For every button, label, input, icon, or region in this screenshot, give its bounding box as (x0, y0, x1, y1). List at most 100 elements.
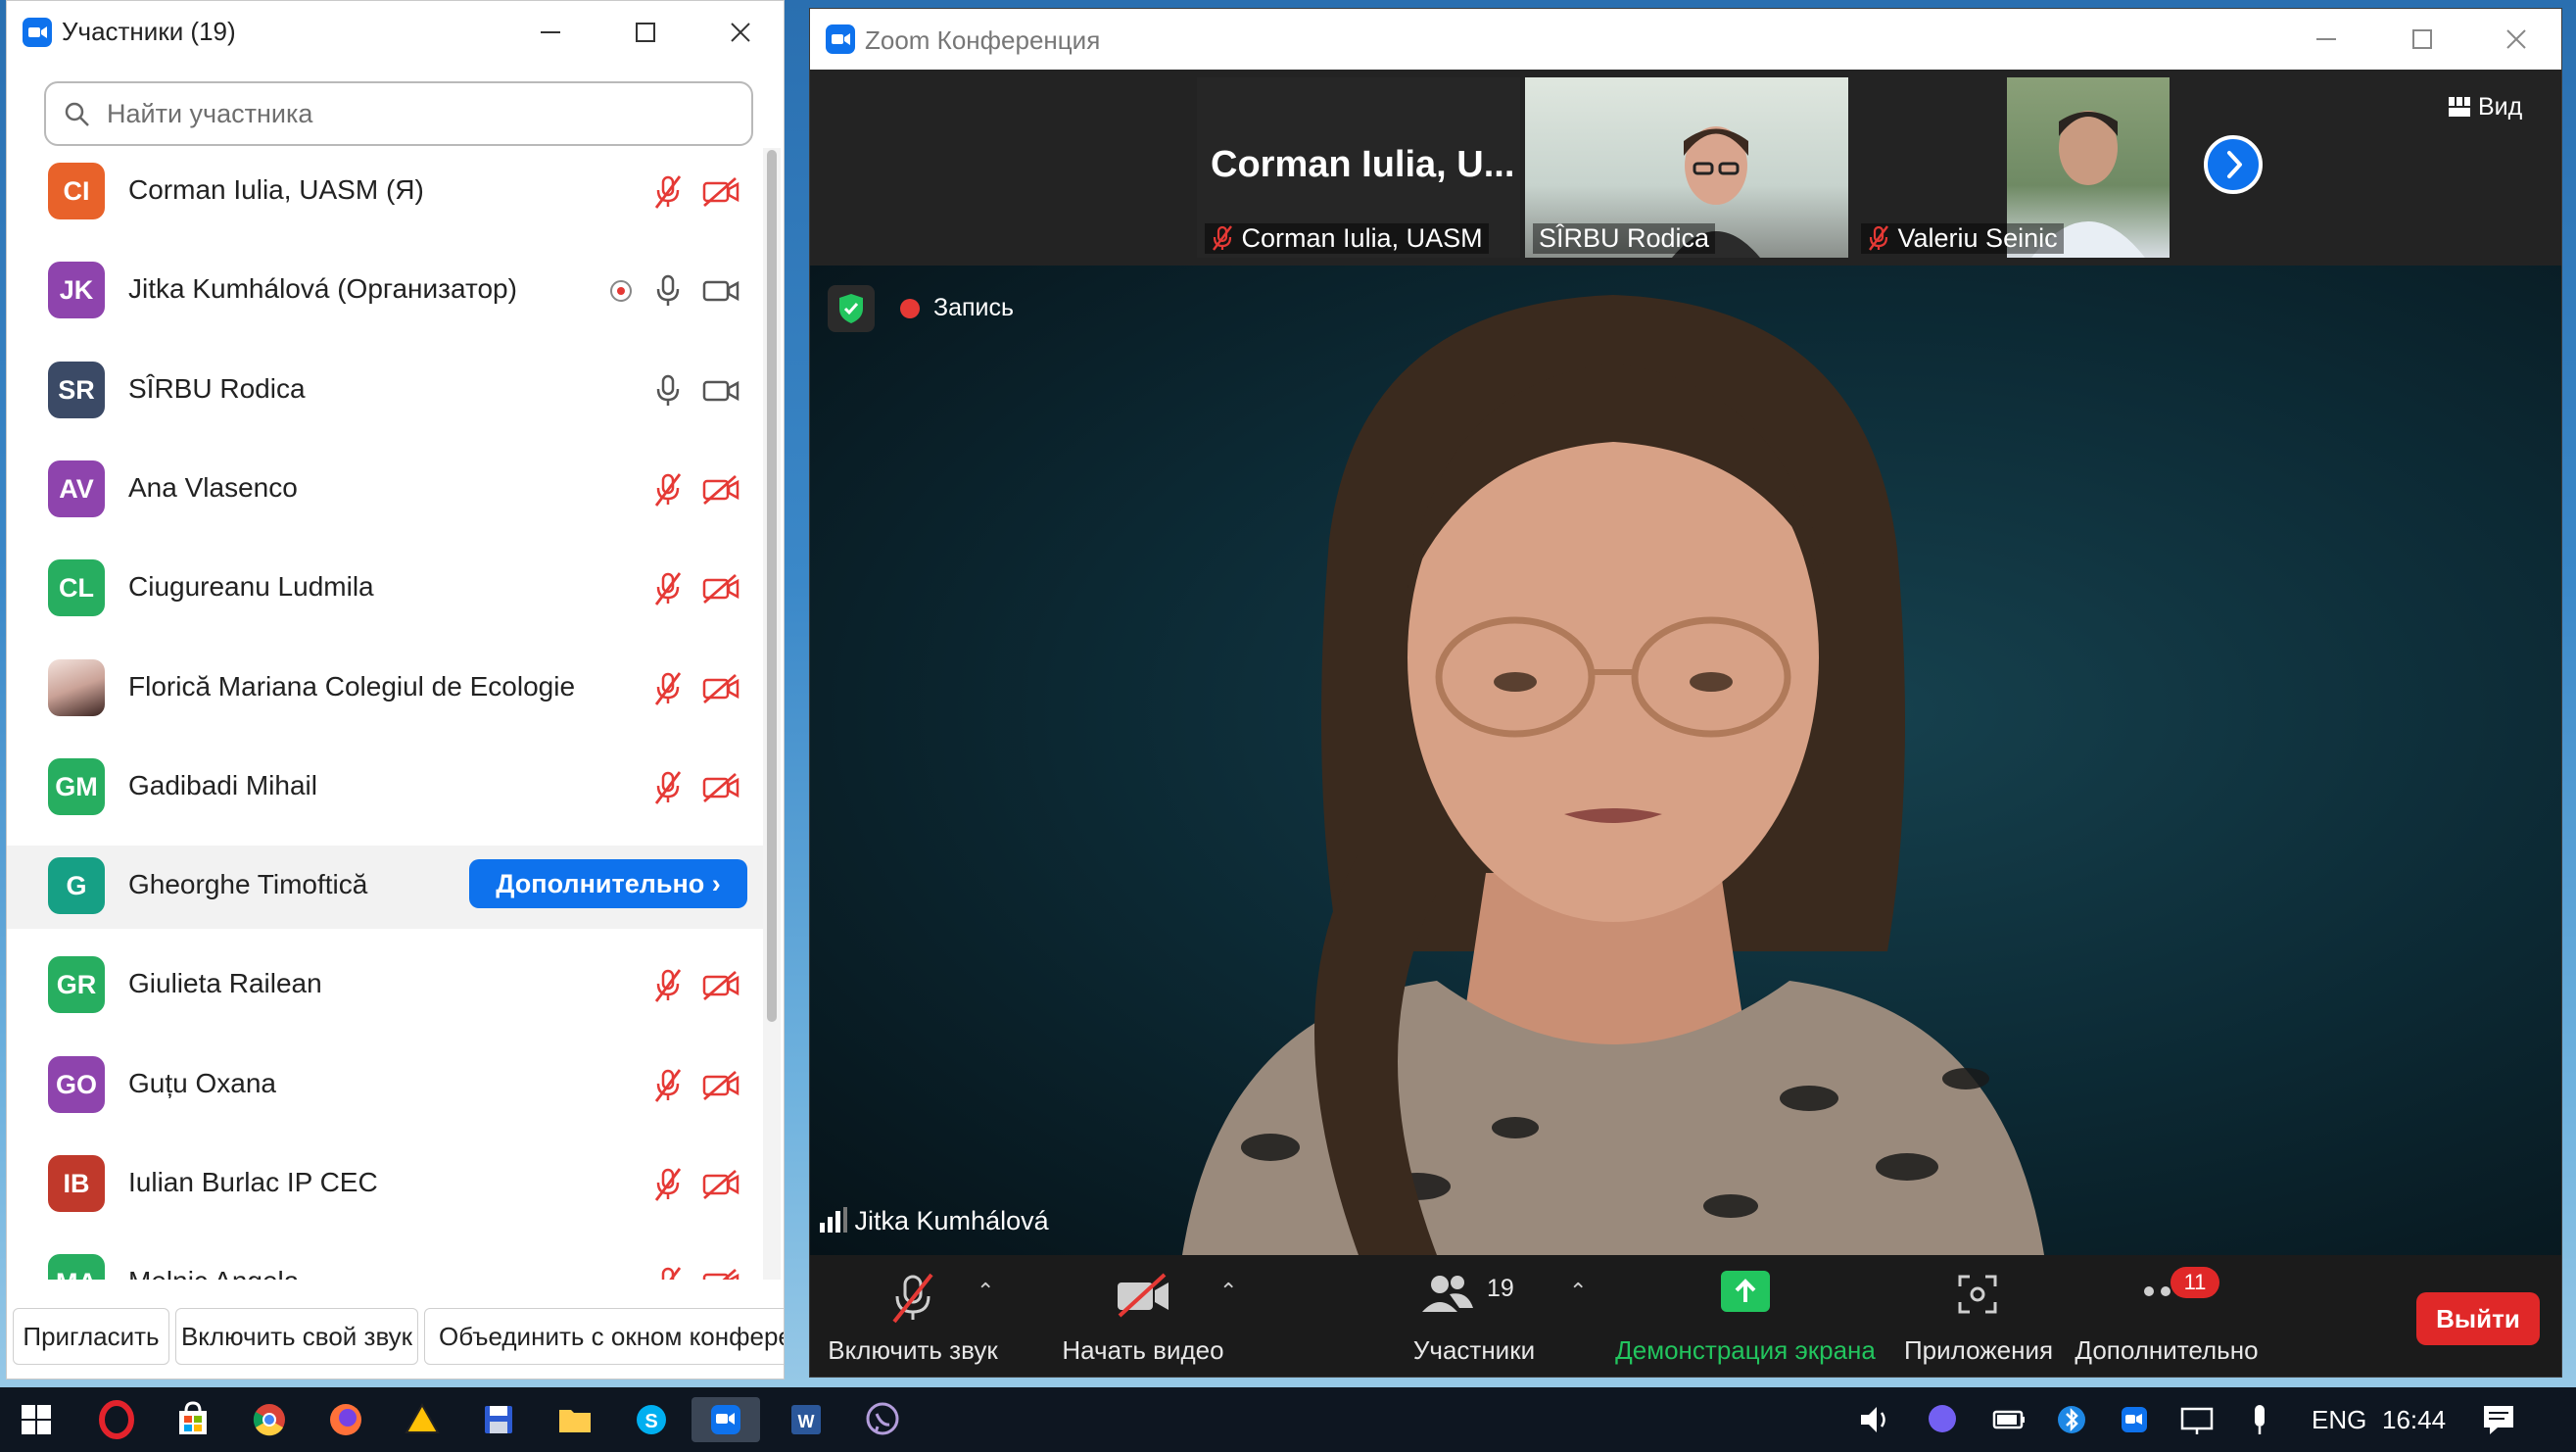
input-language[interactable]: ENG (2312, 1405, 2366, 1435)
recording-label: Запись (933, 294, 1015, 321)
participant-search-input[interactable]: Найти участника (44, 81, 753, 146)
participant-row[interactable]: GM Gadibadi Mihail (7, 747, 766, 830)
viber-tray-icon[interactable] (1920, 1397, 1965, 1442)
video-off-icon[interactable] (702, 573, 739, 605)
video-off-icon[interactable] (702, 176, 739, 208)
share-screen-button[interactable]: Демонстрация экрана (1603, 1255, 1887, 1377)
participant-name: Corman Iulia, UASM (Я) (128, 174, 424, 205)
mic-muted-icon[interactable] (653, 174, 683, 210)
meeting-close-button[interactable] (2495, 18, 2538, 61)
battery-icon[interactable] (1986, 1397, 2031, 1442)
participant-list-scrollbar[interactable] (763, 148, 781, 1280)
windows-start-icon[interactable] (14, 1397, 59, 1442)
active-speaker-video[interactable]: Запись Jitka Kumhálová (810, 266, 2561, 1255)
video-icon[interactable] (702, 375, 739, 407)
mic-muted-icon[interactable] (653, 968, 683, 1003)
record-dot-icon (900, 299, 920, 318)
encryption-badge[interactable] (828, 285, 875, 332)
video-off-icon[interactable] (702, 970, 739, 1001)
more-button[interactable]: Дополнительно (2069, 1255, 2265, 1377)
network-icon[interactable] (2174, 1397, 2219, 1442)
video-off-icon[interactable] (702, 474, 739, 506)
meeting-titlebar: Zoom Конференция (810, 9, 2561, 70)
participants-footer: Пригласить Включить свой звук Объединить… (7, 1308, 784, 1367)
thumbnail-rodica[interactable]: SÎRBU Rodica (1525, 77, 1848, 258)
warning-app-icon[interactable] (400, 1397, 445, 1442)
video-off-icon[interactable] (702, 1169, 739, 1200)
meeting-maximize-button[interactable] (2401, 18, 2444, 61)
avatar: GM (48, 758, 105, 815)
participant-row[interactable]: JK Jitka Kumhálová (Организатор) (7, 250, 766, 333)
avatar (48, 659, 105, 716)
chrome-icon[interactable] (247, 1397, 292, 1442)
active-speaker-label: Jitka Kumhálová (818, 1206, 1049, 1236)
participant-row[interactable]: G Gheorghe Timoftică Дополнительно › (7, 846, 766, 929)
participants-button[interactable]: 19 Участники (1376, 1255, 1572, 1377)
firefox-icon[interactable] (323, 1397, 368, 1442)
video-off-icon[interactable] (702, 673, 739, 704)
clock-time[interactable]: 16:44 (2382, 1405, 2446, 1435)
audio-options-caret[interactable]: ⌃ (977, 1279, 994, 1304)
file-explorer-icon[interactable] (552, 1397, 597, 1442)
viber-icon[interactable] (860, 1397, 905, 1442)
thumbnail-self[interactable]: Corman Iulia, U... Corman Iulia, UASM (1197, 77, 1520, 258)
microphone-tray-icon[interactable] (2237, 1397, 2282, 1442)
minimize-button[interactable] (529, 11, 572, 54)
leave-button[interactable]: Выйти (2416, 1292, 2540, 1345)
mic-muted-icon[interactable] (653, 1167, 683, 1202)
participant-more-button[interactable]: Дополнительно › (469, 859, 747, 908)
video-off-icon[interactable] (702, 772, 739, 803)
bluetooth-icon[interactable] (2049, 1397, 2094, 1442)
merge-with-meeting-button[interactable]: Объединить с окном конференции (424, 1308, 784, 1365)
skype-icon[interactable]: S (629, 1397, 674, 1442)
mic-icon[interactable] (653, 373, 683, 409)
scrollbar-thumb[interactable] (767, 150, 777, 1022)
maximize-button[interactable] (624, 11, 667, 54)
video-options-caret[interactable]: ⌃ (1219, 1279, 1237, 1304)
participant-row[interactable]: MA Melnic Angela (7, 1242, 766, 1280)
video-off-icon[interactable] (702, 1070, 739, 1101)
mic-icon[interactable] (653, 273, 683, 309)
mic-muted-icon[interactable] (653, 1068, 683, 1103)
mic-muted-icon[interactable] (653, 770, 683, 805)
close-button[interactable] (719, 11, 762, 54)
unmute-self-button[interactable]: Включить свой звук (175, 1308, 418, 1365)
zoom-tray-icon[interactable] (2112, 1397, 2157, 1442)
participant-row[interactable]: AV Ana Vlasenco (7, 449, 766, 532)
participant-name: Gheorghe Timoftică (128, 869, 368, 899)
mic-muted-icon[interactable] (653, 1266, 683, 1280)
participant-row[interactable]: CI Corman Iulia, UASM (Я) (7, 151, 766, 234)
start-video-button[interactable]: Начать видео (1045, 1255, 1241, 1377)
participants-count: 19 (1487, 1275, 1514, 1302)
participant-row[interactable]: IB Iulian Burlac IP CEC (7, 1143, 766, 1227)
video-icon[interactable] (702, 275, 739, 307)
participant-row[interactable]: GO Guțu Oxana (7, 1044, 766, 1128)
participants-options-caret[interactable]: ⌃ (1569, 1279, 1587, 1304)
apps-button[interactable]: Приложения (1895, 1255, 2062, 1377)
participant-row[interactable]: Florică Mariana Colegiul de Ecologie (7, 648, 766, 731)
store-icon[interactable] (170, 1397, 215, 1442)
word-icon[interactable]: W (784, 1397, 829, 1442)
mic-muted-icon[interactable] (653, 472, 683, 508)
mic-muted-icon[interactable] (653, 671, 683, 706)
svg-text:S: S (644, 1411, 657, 1432)
notifications-icon[interactable] (2476, 1397, 2521, 1442)
apps-icon (1958, 1275, 1997, 1314)
video-off-icon[interactable] (702, 1268, 739, 1280)
volume-icon[interactable] (1853, 1397, 1898, 1442)
save-icon[interactable] (476, 1397, 521, 1442)
participant-row[interactable]: SR SÎRBU Rodica (7, 350, 766, 433)
opera-icon[interactable] (94, 1397, 139, 1442)
next-page-button[interactable] (2204, 135, 2263, 194)
invite-button[interactable]: Пригласить (13, 1308, 169, 1365)
zoom-taskbar-button[interactable] (692, 1397, 760, 1442)
mic-muted-icon[interactable] (653, 571, 683, 606)
participant-row[interactable]: CL Ciugureanu Ludmila (7, 548, 766, 631)
avatar: GR (48, 956, 105, 1013)
avatar: CI (48, 163, 105, 219)
meeting-minimize-button[interactable] (2305, 18, 2348, 61)
unmute-button[interactable]: Включить звук (820, 1255, 1006, 1377)
thumbnail-valeriu[interactable]: Valeriu Seinic (1853, 77, 2176, 258)
participant-row[interactable]: GR Giulieta Railean (7, 944, 766, 1028)
view-button[interactable]: Вид (2448, 93, 2522, 132)
